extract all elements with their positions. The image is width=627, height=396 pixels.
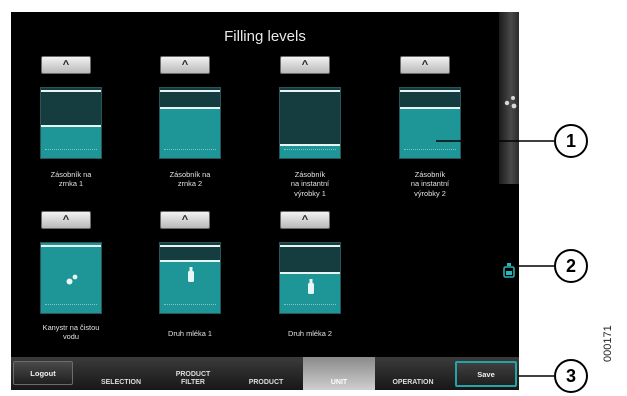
callout-leaders — [436, 140, 554, 377]
callout-1: 1 — [554, 124, 588, 158]
document-code: 000171 — [602, 325, 614, 362]
callout-2: 2 — [554, 249, 588, 283]
callout-3: 3 — [554, 359, 588, 393]
